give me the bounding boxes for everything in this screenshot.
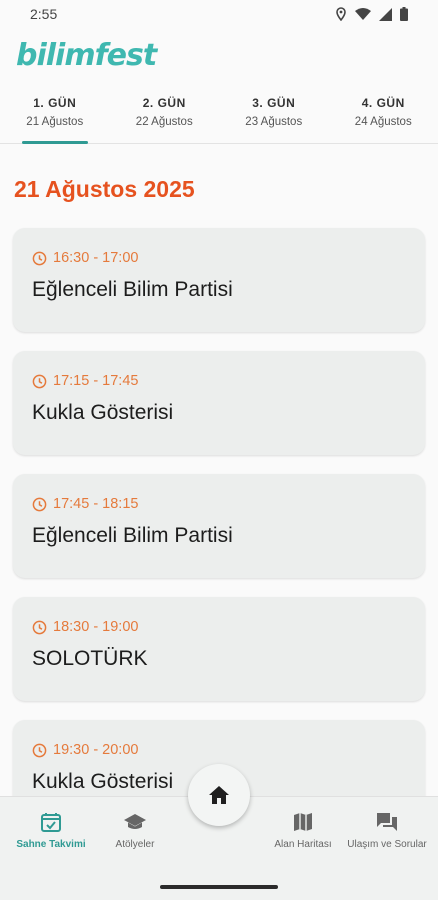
graduation-cap-icon — [124, 814, 146, 829]
tab-date-label: 21 Ağustos — [26, 116, 84, 128]
event-title: Eğlenceli Bilim Partisi — [32, 524, 233, 547]
event-time-row: 17:15 - 17:45 — [32, 373, 425, 389]
nav-schedule-label: Sahne Takvimi — [16, 839, 86, 850]
battery-icon — [400, 7, 408, 21]
event-time-row: 19:30 - 20:00 — [32, 742, 425, 758]
selected-date-heading: 21 Ağustos 2025 — [14, 176, 195, 202]
event-time: 18:30 - 19:00 — [53, 619, 139, 635]
event-card[interactable]: 18:30 - 19:00 SOLOTÜRK — [13, 597, 425, 701]
gesture-bar — [160, 885, 278, 889]
nav-transport[interactable]: Ulaşım ve Sorular — [342, 811, 432, 851]
location-icon — [336, 7, 346, 21]
event-title: Eğlenceli Bilim Partisi — [32, 278, 233, 301]
app-header: bilimfest — [0, 28, 438, 88]
forum-icon — [377, 813, 397, 831]
home-button[interactable] — [188, 764, 250, 826]
event-time: 17:15 - 17:45 — [53, 373, 139, 389]
map-icon — [294, 813, 312, 831]
clock-icon — [32, 251, 47, 265]
event-time: 16:30 - 17:00 — [53, 250, 139, 266]
tab-day-3[interactable]: 3. GÜN 23 Ağustos — [219, 88, 329, 143]
tab-day-label: 3. GÜN — [252, 96, 296, 110]
calendar-check-icon — [41, 813, 61, 832]
event-time-row: 17:45 - 18:15 — [32, 496, 425, 512]
app-logo: bilimfest — [16, 38, 157, 73]
day-tabs: 1. GÜN 21 Ağustos 2. GÜN 22 Ağustos 3. G… — [0, 88, 438, 144]
status-bar: 2:55 — [0, 0, 438, 28]
event-card[interactable]: 17:15 - 17:45 Kukla Gösterisi — [13, 351, 425, 455]
status-icons — [335, 7, 408, 21]
event-title: SOLOTÜRK — [32, 647, 148, 670]
status-time: 2:55 — [30, 6, 58, 22]
nav-workshops[interactable]: Atölyeler — [90, 811, 180, 851]
clock-icon — [32, 374, 47, 388]
clock-icon — [32, 497, 47, 511]
event-card[interactable]: 16:30 - 17:00 Eğlenceli Bilim Partisi — [13, 228, 425, 332]
tab-day-4[interactable]: 4. GÜN 24 Ağustos — [329, 88, 438, 143]
tab-date-label: 22 Ağustos — [135, 116, 193, 128]
event-list: 16:30 - 17:00 Eğlenceli Bilim Partisi 17… — [0, 228, 438, 824]
clock-icon — [32, 620, 47, 634]
event-card[interactable]: 17:45 - 18:15 Eğlenceli Bilim Partisi — [13, 474, 425, 578]
nav-transport-label: Ulaşım ve Sorular — [347, 839, 427, 850]
event-time-row: 16:30 - 17:00 — [32, 250, 425, 266]
nav-schedule[interactable]: Sahne Takvimi — [6, 811, 96, 851]
nav-workshops-label: Atölyeler — [115, 839, 155, 850]
event-time-row: 18:30 - 19:00 — [32, 619, 425, 635]
home-icon — [209, 786, 229, 804]
clock-icon — [32, 743, 47, 757]
wifi-icon — [355, 8, 371, 20]
nav-map[interactable]: Alan Haritası — [258, 811, 348, 851]
event-time: 17:45 - 18:15 — [53, 496, 139, 512]
nav-map-label: Alan Haritası — [274, 839, 332, 850]
event-time: 19:30 - 20:00 — [53, 742, 139, 758]
signal-icon — [379, 7, 392, 21]
tab-date-label: 23 Ağustos — [245, 116, 303, 128]
tab-day-label: 1. GÜN — [33, 96, 77, 110]
tab-day-label: 4. GÜN — [361, 96, 405, 110]
tab-date-label: 24 Ağustos — [354, 116, 412, 128]
tab-day-1[interactable]: 1. GÜN 21 Ağustos — [0, 88, 110, 144]
tab-day-2[interactable]: 2. GÜN 22 Ağustos — [110, 88, 220, 143]
event-title: Kukla Gösterisi — [32, 401, 174, 424]
tab-day-label: 2. GÜN — [142, 96, 186, 110]
